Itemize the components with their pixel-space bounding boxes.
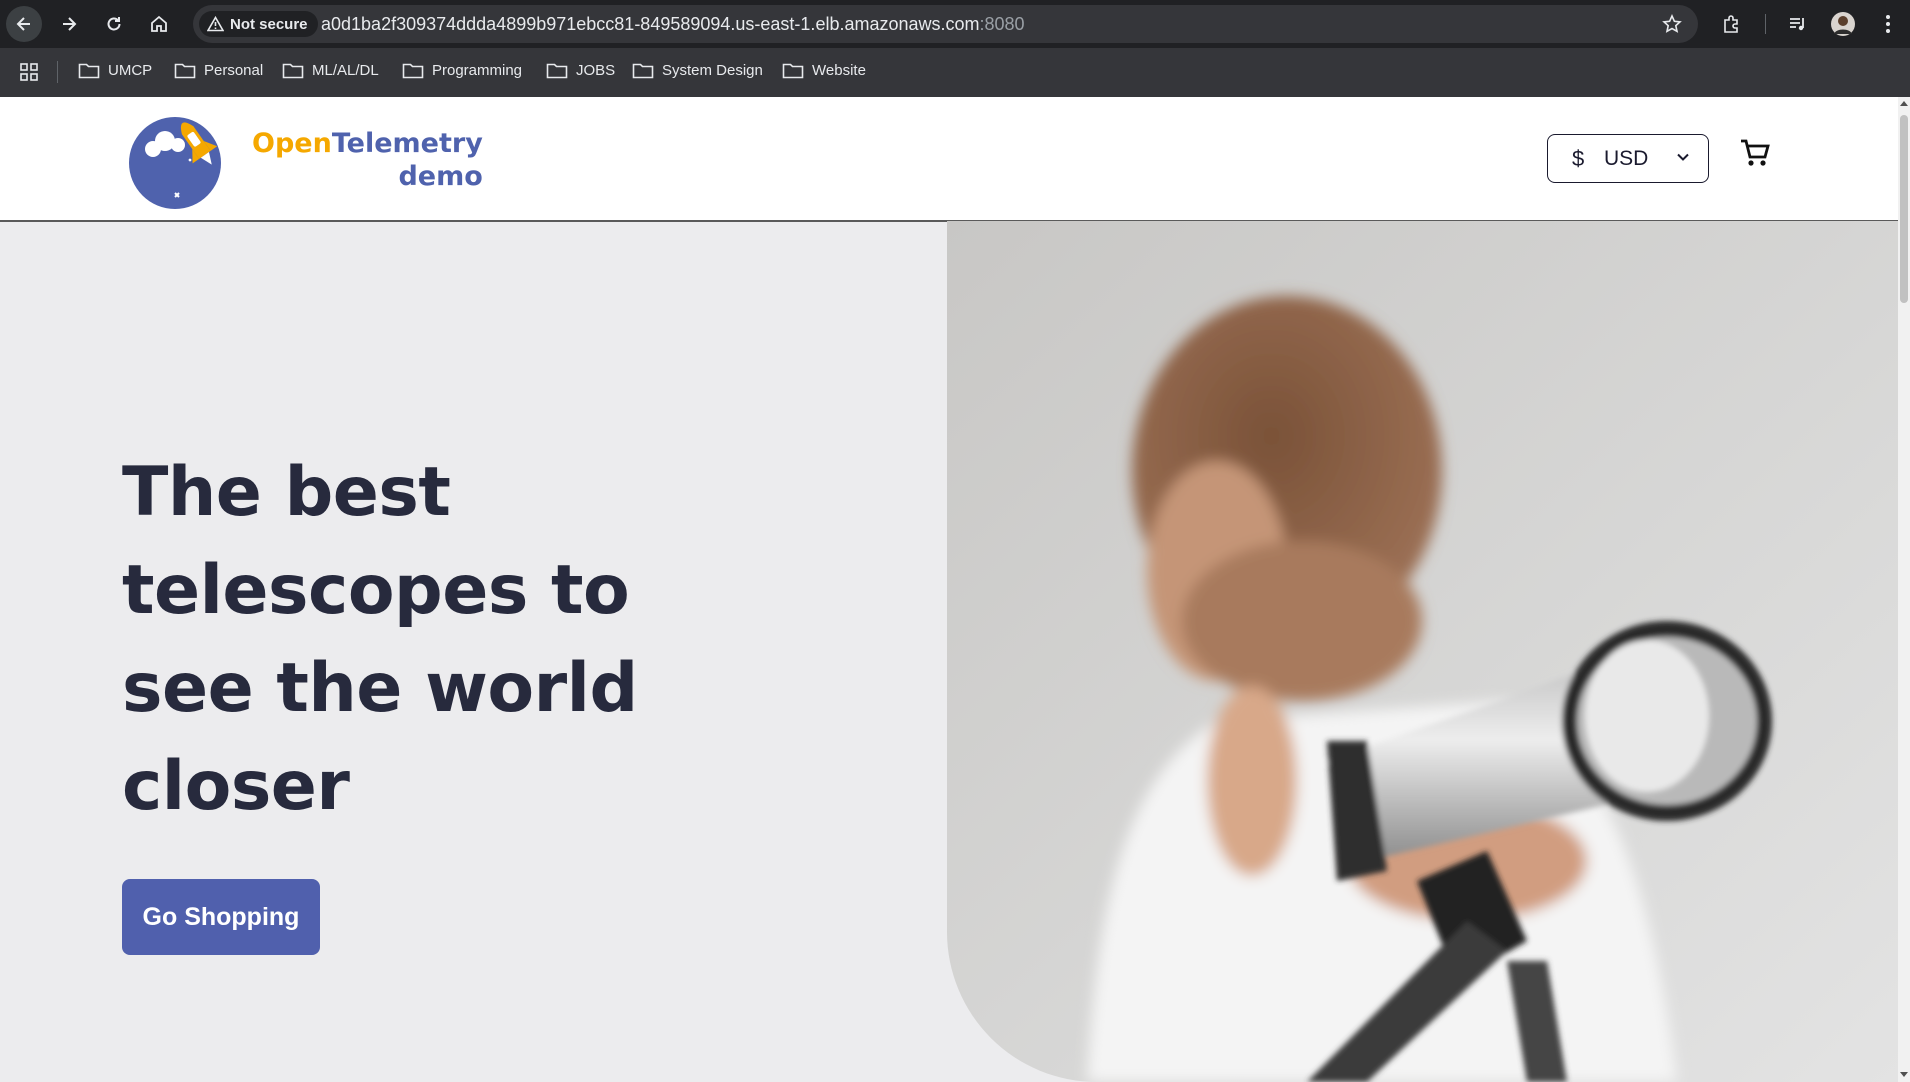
bookmark-folder-website[interactable]: Website [782, 62, 866, 79]
currency-select[interactable]: $ USD [1547, 134, 1709, 183]
folder-icon [402, 63, 424, 79]
arrow-right-icon [63, 17, 77, 31]
folder-icon [174, 63, 196, 79]
folder-icon [78, 63, 100, 79]
back-button[interactable] [6, 6, 42, 42]
bookmark-label: UMCP [108, 62, 153, 79]
cart-button[interactable] [1739, 137, 1771, 174]
child-with-telescope-photo [947, 221, 1898, 1082]
bookmark-folder-jobs[interactable]: JOBS [546, 62, 615, 79]
bookmark-label: Personal [204, 62, 264, 79]
shopping-cart-icon [1741, 139, 1770, 166]
scroll-down-arrow-icon[interactable] [1900, 1072, 1908, 1078]
home-icon [151, 15, 167, 32]
bookmark-folder-programming[interactable]: Programming [402, 62, 522, 79]
bookmark-folder-system-design[interactable]: System Design [632, 62, 763, 79]
more-vert-icon [1886, 15, 1890, 33]
logo-text-telemetry: Telemetry [331, 128, 483, 159]
bookmark-label: Website [812, 62, 866, 79]
folder-icon [546, 63, 568, 79]
warning-icon [207, 16, 224, 32]
go-shopping-button[interactable]: Go Shopping [122, 879, 320, 955]
scroll-up-arrow-icon[interactable] [1900, 100, 1908, 106]
page-scrollbar[interactable] [1898, 97, 1910, 1082]
bookmark-folder-personal[interactable]: Personal [174, 62, 263, 79]
puzzle-icon [1724, 15, 1738, 33]
bookmark-folder-umcp[interactable]: UMCP [78, 62, 152, 79]
hero-title: The best telescopes to see the world clo… [122, 453, 638, 826]
reading-list-button[interactable] [1782, 8, 1814, 40]
url-port: :8080 [979, 14, 1025, 34]
browser-toolbar: Not secure a0d1ba2f309374ddda4899b971ebc… [0, 0, 1910, 48]
bookmark-folder-ml[interactable]: ML/AL/DL [282, 62, 379, 79]
security-label: Not secure [230, 15, 308, 33]
folder-icon [282, 63, 304, 79]
arrow-left-icon [16, 17, 30, 31]
reload-button[interactable] [96, 6, 132, 42]
star-icon [1662, 14, 1682, 33]
url-host: a0d1ba2f309374ddda4899b971ebcc81-8495890… [321, 14, 980, 34]
forward-button[interactable] [51, 6, 87, 42]
bookmark-label: System Design [662, 62, 763, 79]
chevron-down-icon [1677, 153, 1689, 161]
toolbar-divider [1765, 14, 1766, 34]
page-viewport: OpenTelemetry demo $ USD The best telesc… [0, 97, 1898, 1082]
folder-icon [782, 63, 804, 79]
chrome-menu-button[interactable] [1872, 8, 1904, 40]
hero-image [947, 221, 1898, 1082]
bookmark-label: JOBS [576, 62, 616, 79]
currency-symbol: $ [1572, 146, 1585, 171]
logo-text-open: Open [252, 128, 332, 159]
site-header: OpenTelemetry demo $ USD [0, 97, 1898, 222]
site-info-chip[interactable]: Not secure [199, 11, 318, 37]
avatar-icon [1831, 12, 1855, 36]
apps-button[interactable] [19, 62, 39, 82]
currency-value: USD [1604, 147, 1649, 170]
address-bar[interactable]: Not secure a0d1ba2f309374ddda4899b971ebc… [193, 5, 1698, 43]
logo-wordmark[interactable]: OpenTelemetry demo [252, 127, 483, 193]
bookmark-label: Programming [432, 62, 523, 79]
home-button[interactable] [141, 6, 177, 42]
bookmark-label: ML/AL/DL [312, 62, 379, 79]
profile-avatar[interactable] [1827, 8, 1859, 40]
bookmarks-divider [57, 61, 58, 83]
url-text[interactable]: a0d1ba2f309374ddda4899b971ebcc81-8495890… [321, 14, 1025, 35]
reload-icon [107, 17, 121, 31]
apps-grid-icon [20, 63, 38, 81]
extensions-button[interactable] [1716, 8, 1748, 40]
bookmark-star-button[interactable] [1656, 8, 1688, 40]
scrollbar-thumb[interactable] [1900, 115, 1908, 303]
logo-text-demo: demo [398, 161, 483, 192]
folder-icon [632, 63, 654, 79]
media-list-icon [1790, 18, 1804, 31]
logo-icon[interactable] [123, 105, 233, 213]
bookmarks-bar: UMCP Personal ML/AL/DL Programming JOBS … [0, 48, 1910, 97]
